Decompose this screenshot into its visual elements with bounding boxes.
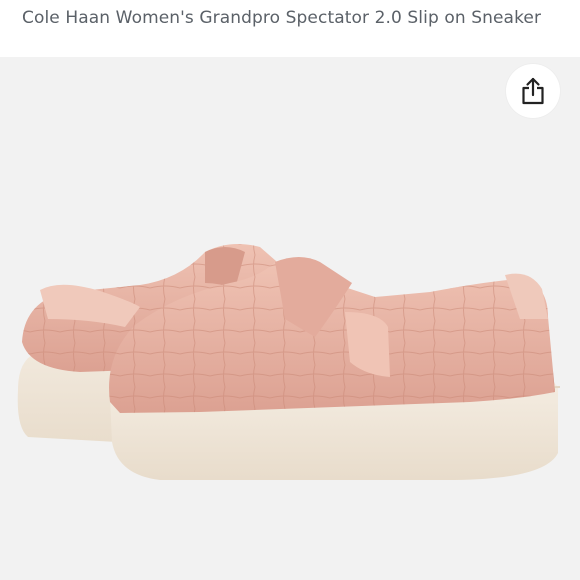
share-button[interactable] (506, 64, 560, 118)
product-title: Cole Haan Women's Grandpro Spectator 2.0… (22, 8, 542, 28)
product-image (17, 243, 561, 480)
title-bar: Cole Haan Women's Grandpro Spectator 2.0… (0, 0, 580, 57)
share-icon (520, 76, 546, 106)
product-image-area[interactable] (0, 57, 580, 580)
product-page: Cole Haan Women's Grandpro Spectator 2.0… (0, 0, 580, 580)
